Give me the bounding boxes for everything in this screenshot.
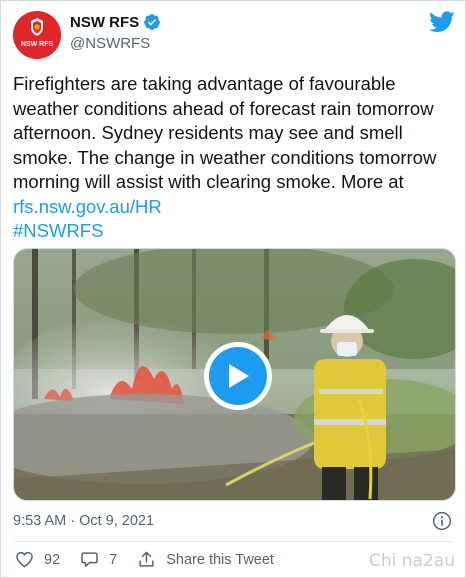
tweet-hashtag[interactable]: #NSWRFS <box>13 220 103 241</box>
rfs-logo-icon <box>13 11 61 59</box>
video-player[interactable] <box>13 248 456 501</box>
play-button-circle <box>209 347 267 405</box>
twitter-bird-icon[interactable] <box>429 11 455 33</box>
avatar[interactable]: NSW RFS <box>13 11 61 59</box>
tweet-link[interactable]: rfs.nsw.gov.au/HR <box>13 196 162 217</box>
reply-count: 7 <box>109 551 118 568</box>
share-button[interactable]: Share this Tweet <box>137 550 274 569</box>
like-button[interactable]: 92 <box>15 550 60 569</box>
share-label: Share this Tweet <box>166 551 274 568</box>
tweet-text: Firefighters are taking advantage of fav… <box>13 72 453 244</box>
play-icon <box>229 364 249 388</box>
tweet-body: Firefighters are taking advantage of fav… <box>13 73 437 192</box>
tweet-timestamp[interactable]: 9:53 AM · Oct 9, 2021 <box>13 513 154 529</box>
like-count: 92 <box>44 551 61 568</box>
heart-icon <box>16 551 33 568</box>
info-icon[interactable] <box>432 511 452 531</box>
share-upload-icon <box>139 551 154 567</box>
watermark: Chi na2au <box>369 551 455 571</box>
verified-badge-icon <box>144 14 161 30</box>
reply-bubble-icon <box>81 552 98 567</box>
play-button[interactable] <box>204 342 272 410</box>
divider <box>13 541 453 542</box>
author-display-name[interactable]: NSW RFS <box>70 14 139 31</box>
avatar-wordmark: NSW RFS <box>20 41 54 48</box>
author-name-row: NSW RFS <box>70 13 161 31</box>
tweet-card: NSW RFS NSW RFS @NSWRFS Firefighters are… <box>0 0 466 578</box>
author-handle[interactable]: @NSWRFS <box>70 35 150 52</box>
reply-button[interactable]: 7 <box>80 550 117 569</box>
tweet-actions: 92 7 Share this Tweet <box>15 550 294 569</box>
